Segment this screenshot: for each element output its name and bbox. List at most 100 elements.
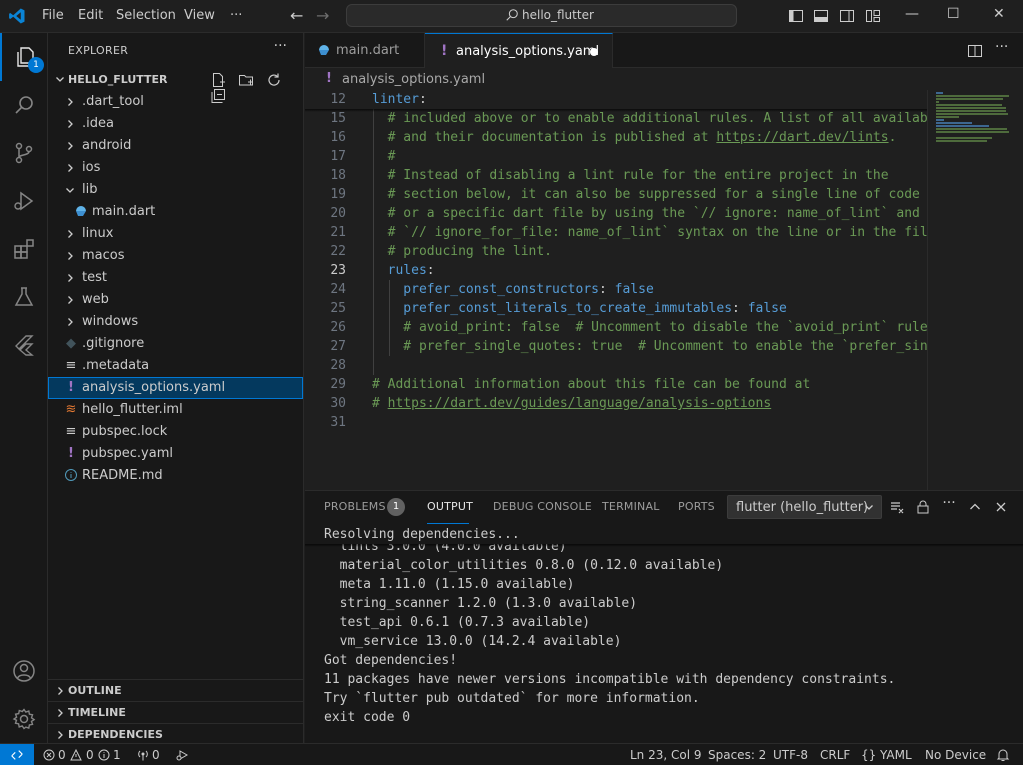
indentation[interactable]: Spaces: 2 — [708, 748, 766, 762]
tree-item-label: .idea — [82, 116, 114, 131]
editor-more-button[interactable]: ··· — [995, 39, 1011, 55]
notifications-bell-icon[interactable] — [996, 748, 1010, 762]
debug-run-icon[interactable] — [176, 749, 188, 761]
breadcrumb-file[interactable]: analysis_options.yaml — [342, 72, 485, 87]
tree-folder[interactable]: windows — [48, 311, 303, 333]
chevron-right-icon — [68, 274, 73, 282]
chevron-right-icon — [68, 252, 73, 260]
activity-testing[interactable] — [0, 273, 48, 321]
warning-count[interactable]: 0 — [86, 748, 94, 762]
unsaved-dot-icon[interactable] — [590, 48, 598, 56]
tree-folder[interactable]: ios — [48, 157, 303, 179]
line-number: 31 — [330, 415, 346, 430]
menu-selection[interactable]: Selection — [116, 8, 176, 23]
explorer-sidebar: EXPLORER ··· HELLO_FLUTTER .dart_tool .id… — [48, 33, 304, 743]
code-link[interactable]: https://dart.dev/lints — [716, 130, 888, 145]
info-count[interactable]: 1 — [113, 748, 121, 762]
command-center-search[interactable]: hello_flutter — [346, 4, 737, 27]
section-outline[interactable]: OUTLINE — [48, 679, 303, 701]
toggle-sidebar-icon[interactable] — [788, 8, 804, 24]
split-editor-icon[interactable] — [967, 43, 983, 59]
activity-search[interactable] — [0, 81, 48, 129]
minimap-line — [936, 101, 939, 103]
cursor-position[interactable]: Ln 23, Col 9 — [630, 748, 702, 762]
tree-folder[interactable]: web — [48, 289, 303, 311]
tree-file[interactable]: main.dart — [48, 201, 303, 223]
activity-explorer[interactable]: 1 — [0, 33, 48, 81]
new-folder-icon[interactable] — [238, 72, 254, 88]
forward-arrow-icon[interactable]: → — [316, 6, 329, 25]
editor-tabs: main.dart ! analysis_options.yaml ··· — [305, 33, 1023, 69]
tree-file[interactable]: ! pubspec.yaml — [48, 443, 303, 465]
menu-more-button[interactable]: ··· — [230, 8, 242, 23]
activity-run-debug[interactable] — [0, 177, 48, 225]
activity-accounts[interactable] — [0, 647, 48, 695]
minimap-line — [936, 119, 944, 121]
back-arrow-icon[interactable]: ← — [290, 6, 303, 25]
text-file-icon: ≡ — [65, 424, 77, 439]
toggle-panel-icon[interactable] — [813, 8, 829, 24]
panel-more-button[interactable]: ··· — [941, 495, 957, 511]
refresh-icon[interactable] — [266, 72, 282, 88]
close-panel-icon[interactable] — [993, 499, 1009, 515]
clear-output-icon[interactable] — [889, 499, 905, 515]
error-count[interactable]: 0 — [58, 748, 66, 762]
workspace-root[interactable]: HELLO_FLUTTER — [48, 69, 303, 103]
tab-main-dart[interactable]: main.dart — [305, 33, 425, 68]
panel-tab-terminal[interactable]: TERMINAL — [602, 500, 660, 513]
tree-file[interactable]: ◆ .gitignore — [48, 333, 303, 355]
bottom-panel: PROBLEMS 1 OUTPUT DEBUG CONSOLE TERMINAL… — [305, 490, 1023, 743]
tree-folder[interactable]: android — [48, 135, 303, 157]
tree-folder[interactable]: .dart_tool — [48, 91, 303, 113]
new-file-icon[interactable] — [210, 72, 226, 88]
section-timeline[interactable]: TIMELINE — [48, 701, 303, 723]
panel-tab-debug-console[interactable]: DEBUG CONSOLE — [493, 500, 592, 513]
git-file-icon: ◆ — [66, 336, 76, 351]
activity-source-control[interactable] — [0, 129, 48, 177]
minimap[interactable] — [927, 90, 1023, 490]
section-dependencies[interactable]: DEPENDENCIES — [48, 723, 303, 745]
maximize-button[interactable]: ☐ — [947, 6, 960, 22]
activity-flutter[interactable] — [0, 321, 48, 369]
panel-tab-problems[interactable]: PROBLEMS — [324, 500, 386, 513]
explorer-more-button[interactable]: ··· — [274, 38, 287, 54]
tree-file[interactable]: README.md — [48, 465, 303, 487]
customize-layout-icon[interactable] — [865, 8, 881, 24]
end-of-line[interactable]: CRLF — [820, 748, 850, 762]
line-number: 30 — [330, 396, 346, 411]
menu-file[interactable]: File — [42, 8, 64, 23]
tree-file[interactable]: ≋ hello_flutter.iml — [48, 399, 303, 421]
tab-analysis-options[interactable]: ! analysis_options.yaml — [425, 33, 613, 69]
lock-scroll-icon[interactable] — [915, 499, 931, 515]
minimap-line — [936, 98, 1003, 100]
minimize-button[interactable]: — — [905, 6, 919, 22]
tree-file[interactable]: ≡ pubspec.lock — [48, 421, 303, 443]
tree-file[interactable]: ! analysis_options.yaml — [48, 377, 303, 399]
activity-manage[interactable] — [0, 695, 48, 743]
close-window-button[interactable]: ✕ — [993, 6, 1005, 22]
language-mode[interactable]: YAML — [880, 748, 912, 762]
encoding[interactable]: UTF-8 — [773, 748, 808, 762]
tree-folder[interactable]: lib — [48, 179, 303, 201]
tree-file[interactable]: ≡ .metadata — [48, 355, 303, 377]
panel-tab-ports[interactable]: PORTS — [678, 500, 715, 513]
output-channel-select[interactable]: flutter (hello_flutter) — [727, 495, 882, 519]
tree-folder[interactable]: macos — [48, 245, 303, 267]
toggle-secondary-sidebar-icon[interactable] — [839, 8, 855, 24]
tree-folder[interactable]: .idea — [48, 113, 303, 135]
chevron-down-icon — [56, 77, 64, 82]
chevron-right-icon — [58, 709, 63, 717]
code-editor[interactable]: 12 linter: 15 # included above or to enabl… — [305, 90, 1023, 490]
activity-extensions[interactable] — [0, 225, 48, 273]
code-token: # Additional information about this file… — [372, 377, 811, 392]
tree-folder[interactable]: test — [48, 267, 303, 289]
remote-indicator[interactable] — [0, 744, 34, 765]
maximize-panel-icon[interactable] — [967, 499, 983, 515]
tree-folder[interactable]: linux — [48, 223, 303, 245]
menu-edit[interactable]: Edit — [78, 8, 103, 23]
ports-count[interactable]: 0 — [152, 748, 160, 762]
menu-view[interactable]: View — [184, 8, 215, 23]
device-selector[interactable]: No Device — [925, 748, 986, 762]
code-link[interactable]: https://dart.dev/guides/language/analysi… — [388, 396, 772, 411]
panel-tab-output[interactable]: OUTPUT — [427, 500, 473, 513]
